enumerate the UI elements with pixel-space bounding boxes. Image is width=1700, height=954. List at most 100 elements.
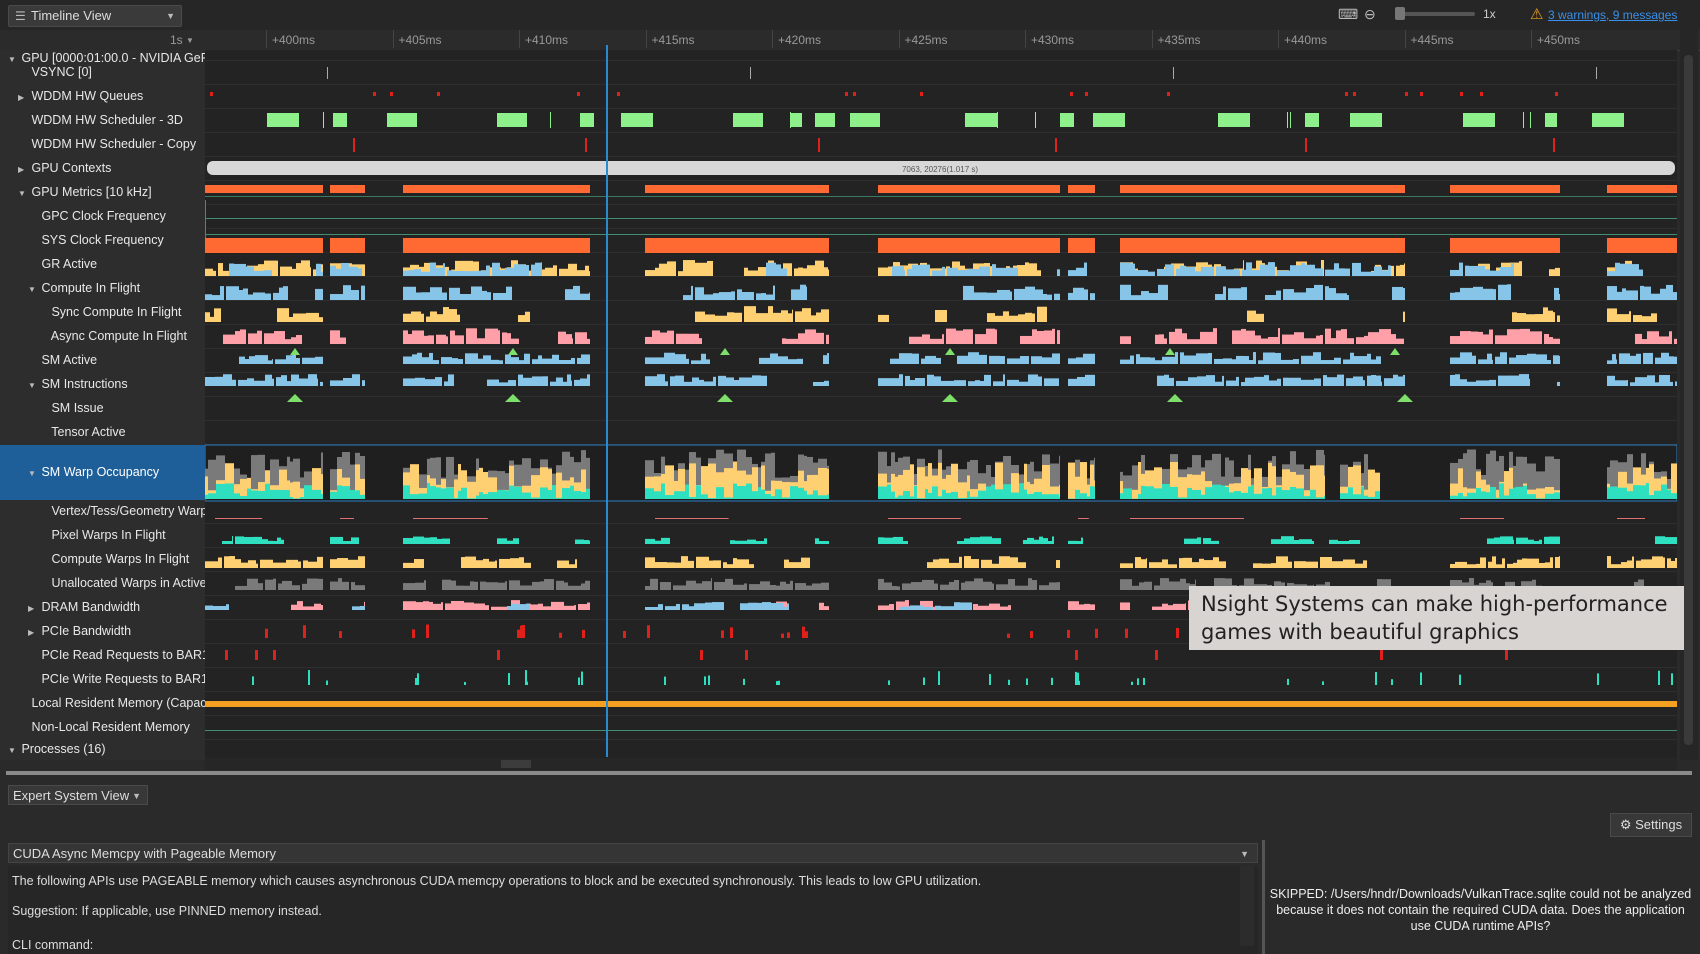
track-label-text: GPU Metrics [10 kHz] (28, 185, 152, 199)
warp-teal (337, 485, 342, 499)
warp-teal (665, 494, 674, 499)
vertical-scrollbar[interactable] (1680, 30, 1698, 760)
warp-teal (1090, 486, 1094, 499)
warp-teal (1324, 495, 1325, 499)
timeline-cursor[interactable] (606, 45, 608, 757)
metric-bar (942, 334, 944, 344)
expand-down-icon[interactable]: ▼ (18, 183, 28, 203)
expand-down-icon[interactable]: ▼ (28, 375, 38, 395)
vertical-scrollbar-thumb[interactable] (1684, 55, 1693, 745)
track-row-label[interactable]: PCIe Write Requests to BAR1 (0, 668, 233, 690)
zoom-slider-handle[interactable] (1395, 7, 1405, 20)
warp-teal (1276, 487, 1282, 499)
expand-right-icon[interactable]: ▶ (18, 87, 28, 107)
keyboard-icon[interactable]: ⌨ (1338, 6, 1358, 23)
expand-right-icon[interactable]: ▶ (18, 159, 28, 179)
metric-bar (1043, 293, 1047, 300)
expand-down-icon[interactable]: ▼ (28, 446, 38, 500)
warp-teal (1030, 493, 1034, 499)
track-row-label[interactable]: PCIe Read Requests to BAR1 (0, 644, 233, 666)
metric-bar (768, 306, 773, 322)
metric-bar (1617, 314, 1629, 322)
settings-button[interactable]: ⚙ Settings (1610, 813, 1692, 837)
metric-bar (1211, 540, 1219, 544)
metric-bar (676, 333, 687, 344)
vertical-splitter[interactable] (1262, 840, 1265, 954)
metric-bar (283, 286, 288, 300)
metric-bar (1642, 339, 1647, 344)
track-row-label[interactable]: ▶ WDDM HW Queues (0, 85, 223, 107)
pcie-write-spike (938, 671, 940, 685)
time-unit-select[interactable]: 1s (170, 33, 183, 47)
track-row-label[interactable]: ▼ SM Warp Occupancy (0, 445, 233, 500)
metric-bar (1032, 329, 1037, 344)
time-ruler[interactable]: 1s ▼ +400ms +405ms +410ms +415ms +420ms +425m… (0, 30, 1700, 51)
timeline-tracks[interactable]: 7063, 20276(1.017 s) (204, 50, 1678, 760)
description-scrollbar[interactable] (1240, 866, 1254, 946)
metric-bar (1044, 378, 1052, 386)
zoom-out-icon[interactable]: ⊖ (1364, 6, 1376, 23)
zoom-slider[interactable] (1395, 7, 1475, 20)
warp-teal (771, 496, 775, 499)
timeline-canvas[interactable]: 7063, 20276(1.017 s) (204, 50, 1678, 760)
warp-teal (807, 494, 813, 499)
metric-bar (897, 586, 900, 590)
metric-bar (505, 267, 514, 276)
track-row-label[interactable]: ▶ GPU Contexts (0, 157, 223, 179)
track-row-label[interactable]: ▶ DRAM Bandwidth (0, 596, 233, 618)
track-row-label[interactable]: ▶ PCIe Bandwidth (0, 620, 233, 642)
metric-bar (497, 238, 502, 253)
metric-bar (973, 604, 978, 610)
metric-bar (773, 312, 781, 322)
metric-bar (345, 238, 354, 253)
metric-bar (655, 540, 661, 544)
warnings-link[interactable]: 3 warnings, 9 messages (1548, 8, 1677, 22)
panel-splitter[interactable] (6, 771, 1692, 775)
metric-bar (256, 563, 258, 568)
track-row-label[interactable]: SM Active (0, 349, 233, 371)
metric-bar (1535, 314, 1543, 322)
metric-bar (1403, 288, 1405, 300)
track-row-label[interactable]: GPC Clock Frequency (0, 205, 233, 227)
expand-right-icon[interactable]: ▶ (28, 622, 38, 642)
expand-down-icon[interactable]: ▼ (8, 742, 18, 758)
metric-bar (1245, 377, 1254, 386)
metric-bar (784, 559, 789, 568)
track-row-label[interactable]: VSYNC [0] (0, 61, 223, 83)
metric-bar (1652, 556, 1663, 568)
metric-bar (589, 271, 590, 276)
track-row-label[interactable]: Non-Local Resident Memory (0, 716, 223, 738)
metric-bar (797, 358, 803, 364)
metric-bar (443, 307, 449, 322)
expand-right-icon[interactable]: ▶ (28, 598, 38, 618)
track-row-label[interactable]: SYS Clock Frequency (0, 229, 233, 251)
metric-bar (899, 374, 903, 386)
track-row-label[interactable]: ▼ SM Instructions (0, 373, 233, 395)
metric-bar (447, 270, 453, 276)
horizontal-scrollbar[interactable] (205, 758, 1677, 770)
warp-yellow (1178, 477, 1187, 499)
track-row-label[interactable]: WDDM HW Scheduler - 3D (0, 109, 223, 131)
expert-view-select[interactable]: Expert System View ▼ (8, 785, 148, 805)
expand-down-icon[interactable]: ▼ (28, 279, 38, 299)
warp-yellow (1353, 465, 1361, 499)
metric-bar (1180, 265, 1186, 276)
metric-bar (1283, 289, 1294, 300)
metric-bar (265, 374, 272, 386)
track-row-label[interactable]: WDDM HW Scheduler - Copy (0, 133, 223, 155)
metric-bar (912, 264, 922, 276)
metric-bar (1136, 354, 1140, 364)
track-row-label[interactable]: ▼ Processes (16) (0, 740, 213, 758)
metric-bar (1627, 560, 1632, 568)
rule-select-dropdown[interactable]: CUDA Async Memcpy with Pageable Memory ▼ (8, 843, 1258, 863)
warp-teal (1661, 484, 1667, 499)
warp-teal (556, 497, 562, 499)
warp-teal (1221, 485, 1225, 499)
track-row-label[interactable]: ▼ Compute In Flight (0, 277, 233, 299)
track-row-label[interactable]: ▼ GPU Metrics [10 kHz] (0, 181, 223, 203)
metric-bar (575, 559, 577, 568)
view-select-dropdown[interactable]: ☰ Timeline View ▼ (8, 5, 182, 27)
track-row-label[interactable]: Local Resident Memory (Capacity) (0, 692, 223, 714)
horizontal-scrollbar-thumb[interactable] (501, 760, 531, 768)
track-row-label[interactable]: GR Active (0, 253, 233, 275)
